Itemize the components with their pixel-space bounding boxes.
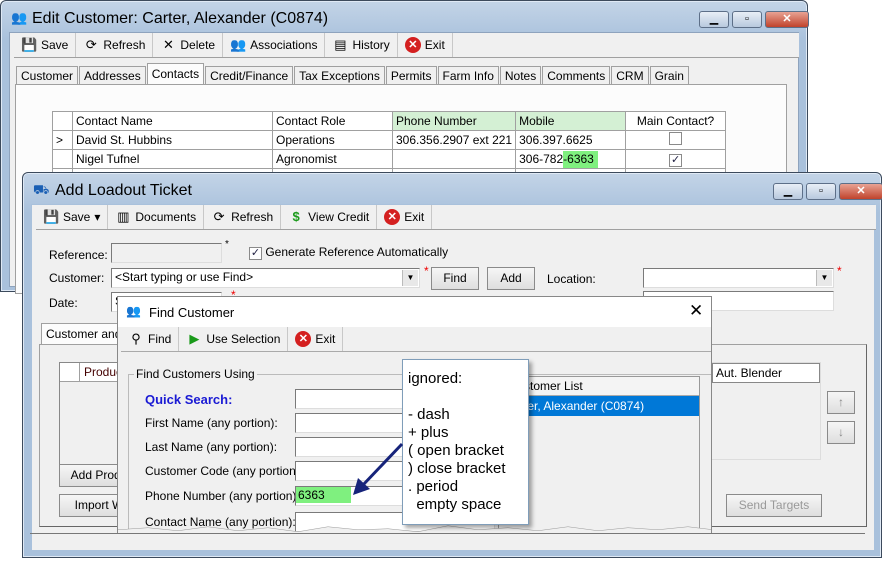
annotation-arrow <box>353 442 404 495</box>
